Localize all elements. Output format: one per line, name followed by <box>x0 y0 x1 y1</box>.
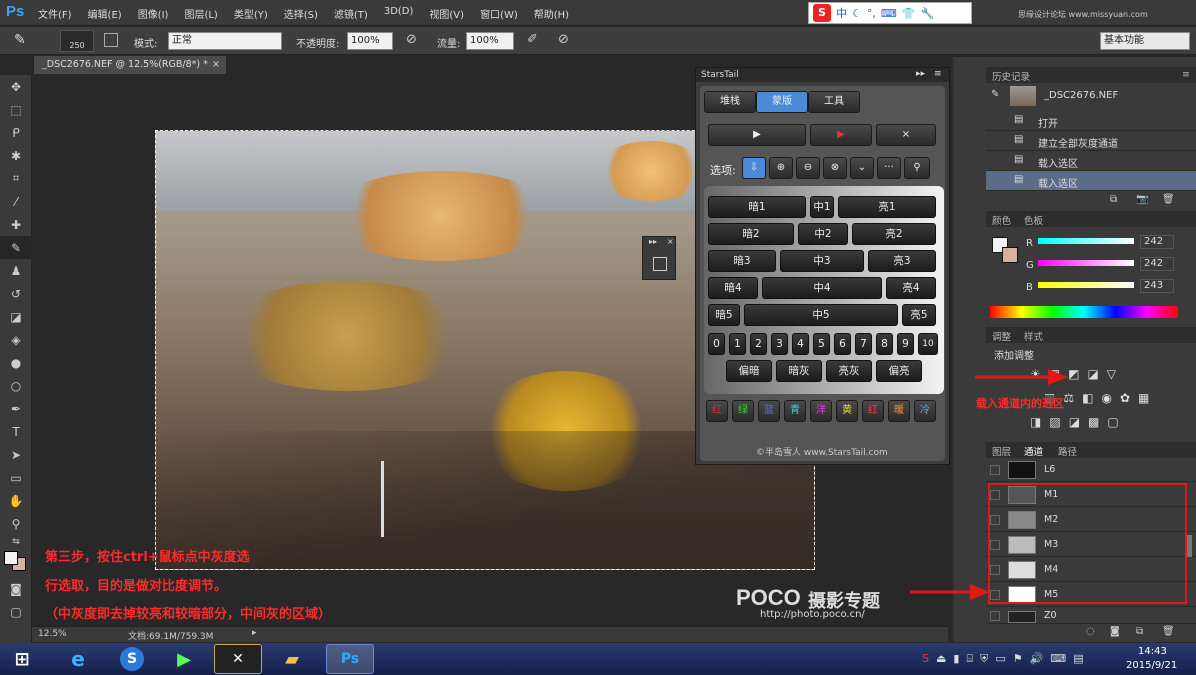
input-icon[interactable]: ⌨ <box>1050 652 1066 666</box>
tray-icons: S ⏏ ▮ ⌸ ⛨ ▭ ⚑ 🔊 ⌨ ▤ <box>922 652 1084 666</box>
explorer-icon[interactable]: ▰ <box>268 644 316 674</box>
sogou-app-icon[interactable]: S <box>108 644 156 674</box>
arrow-to-channels <box>910 584 990 600</box>
sogou-tray-icon[interactable]: S <box>922 652 929 666</box>
shield-icon[interactable]: ⛨ <box>980 652 988 666</box>
clock-date[interactable]: 2015/9/21 <box>1126 660 1177 671</box>
arrow-to-adjust <box>975 369 1068 385</box>
usb-icon[interactable]: ⏏ <box>936 652 946 666</box>
network-icon[interactable]: ⌸ <box>966 652 973 666</box>
starstail-app-icon[interactable]: ✕ <box>214 644 262 674</box>
clock-time[interactable]: 14:43 <box>1138 646 1167 657</box>
monitor-icon[interactable]: ▭ <box>995 652 1005 666</box>
start-button[interactable]: ⊞ <box>2 644 42 674</box>
volume-icon[interactable]: 🔊 <box>1030 652 1044 666</box>
photoshop-taskbar-icon[interactable]: Ps <box>326 644 374 674</box>
clipboard-icon[interactable]: ▤ <box>1073 652 1083 666</box>
signal-icon[interactable]: ▮ <box>953 652 959 666</box>
ie-icon[interactable]: e <box>54 644 102 674</box>
flag-icon[interactable]: ⚑ <box>1013 652 1023 666</box>
windows-taskbar: ⊞ e S ▶ ✕ ▰ Ps S ⏏ ▮ ⌸ ⛨ ▭ ⚑ 🔊 ⌨ ▤ 14:43… <box>0 643 1196 675</box>
annotation-arrows <box>910 369 1068 600</box>
media-player-icon[interactable]: ▶ <box>160 644 208 674</box>
